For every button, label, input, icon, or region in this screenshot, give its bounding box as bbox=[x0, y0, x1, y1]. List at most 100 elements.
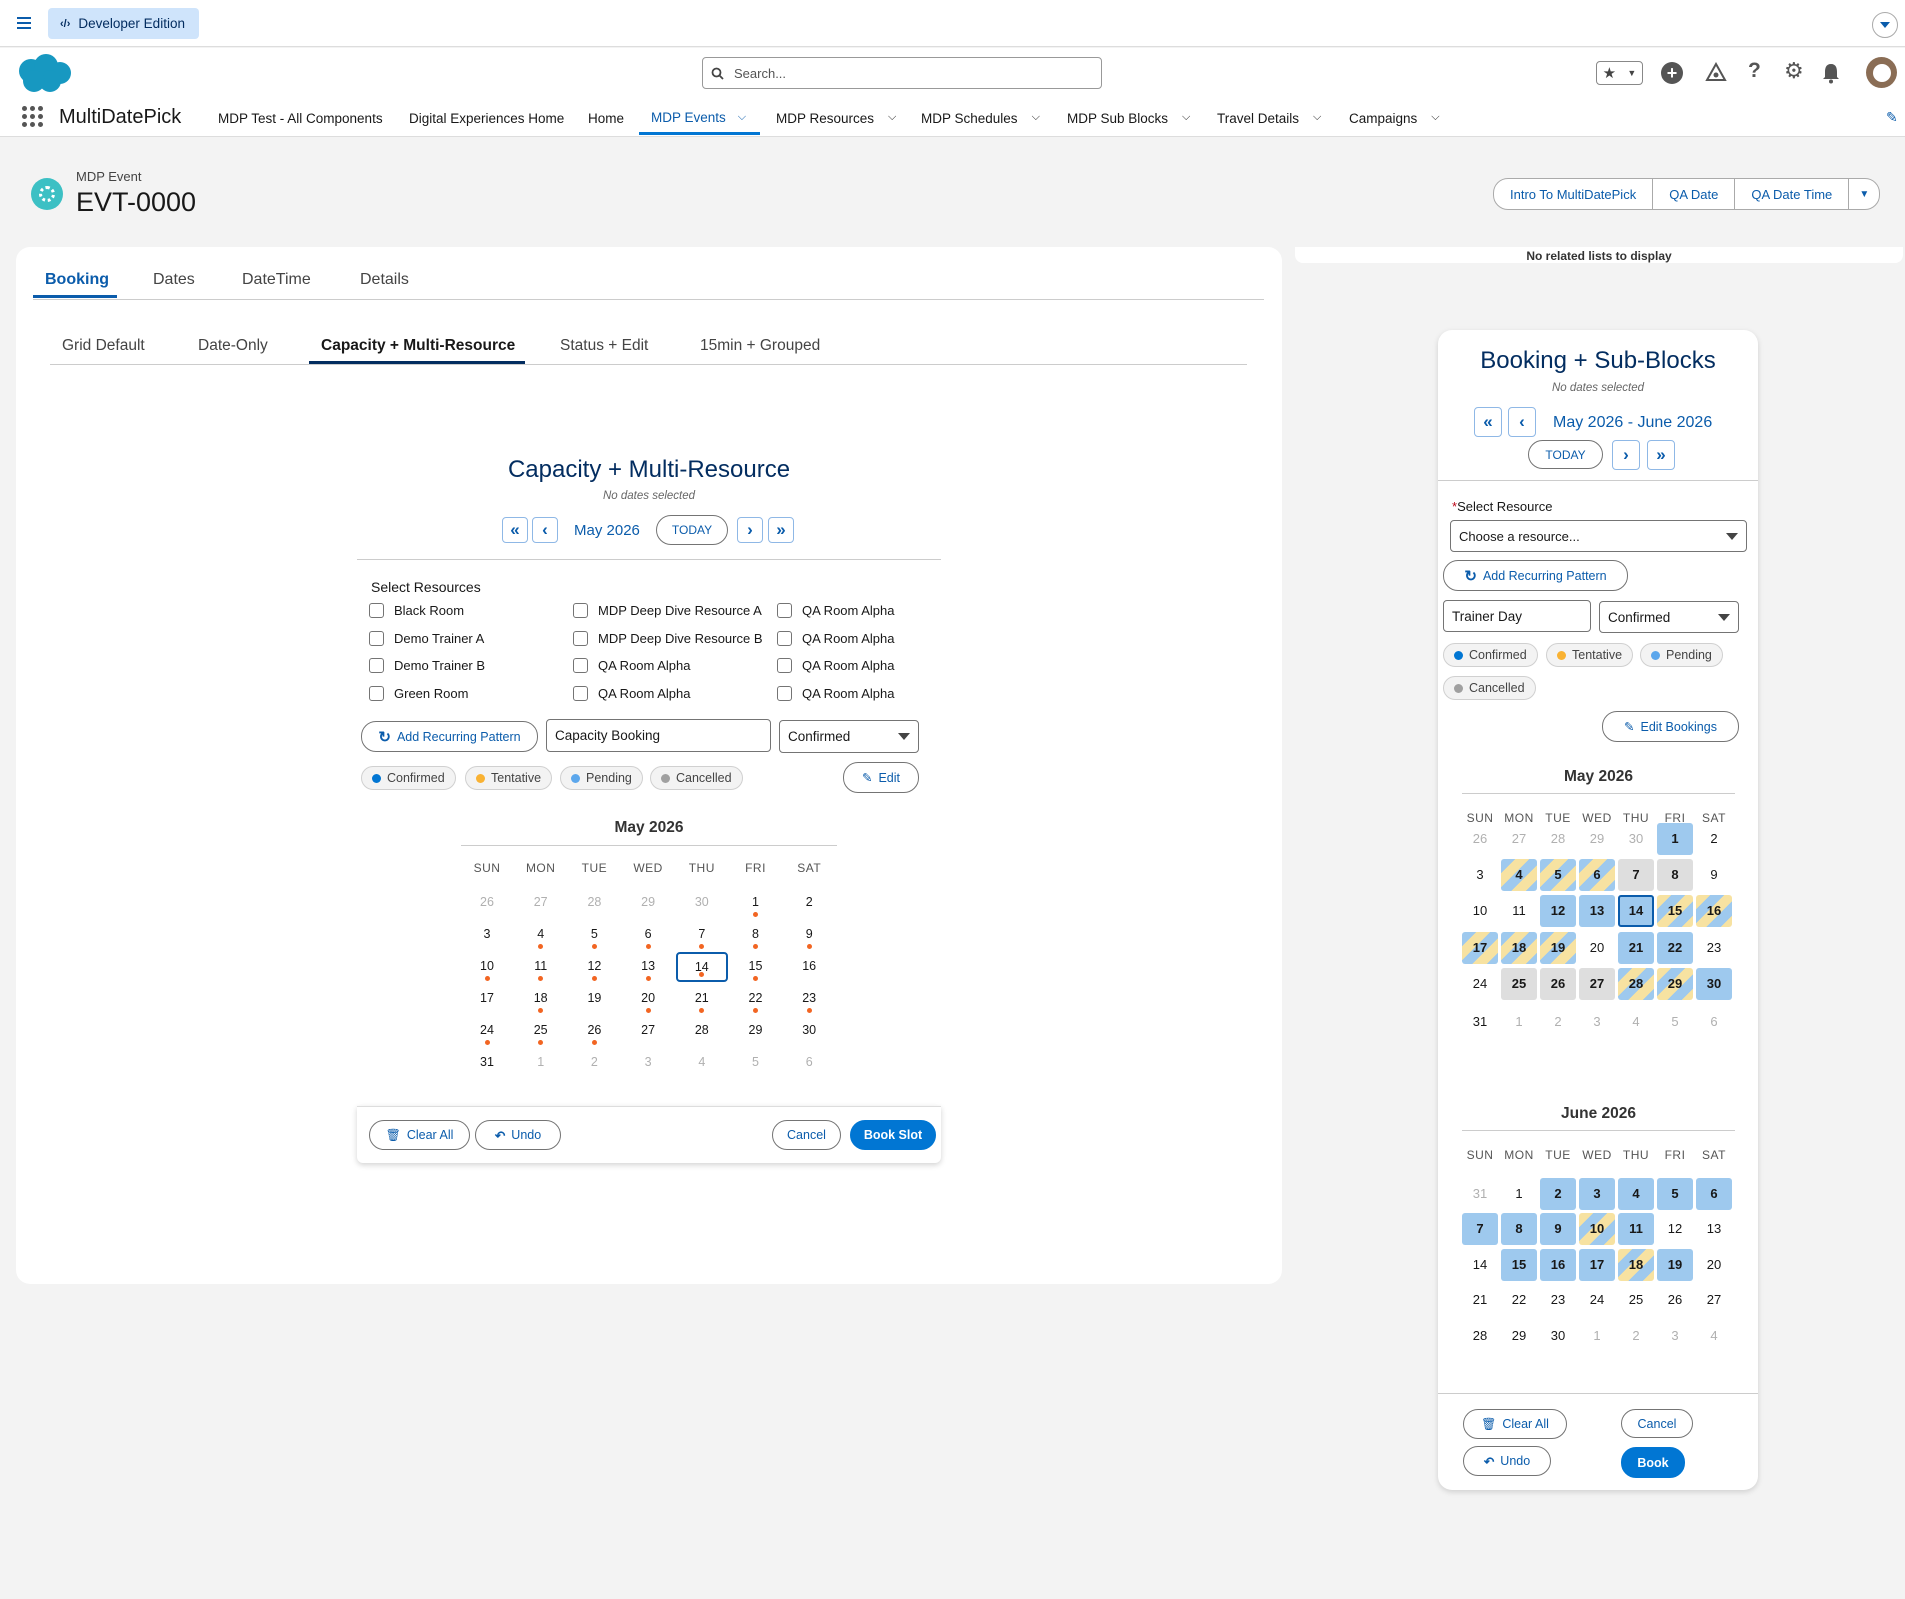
favorites-button[interactable]: ★ ▼ bbox=[1596, 61, 1643, 85]
calendar-day[interactable]: 16 bbox=[787, 956, 831, 982]
resource-checkbox[interactable]: QA Room Alpha bbox=[573, 686, 691, 701]
calendar-day[interactable]: 29 bbox=[1579, 823, 1615, 855]
calendar-day[interactable]: 8 bbox=[1501, 1213, 1537, 1245]
calendar-day[interactable]: 1 bbox=[734, 892, 778, 918]
trailhead-icon[interactable] bbox=[1705, 62, 1727, 84]
calendar-day[interactable]: 21 bbox=[1462, 1284, 1498, 1316]
booking-name-input[interactable]: Trainer Day bbox=[1443, 600, 1591, 632]
add-recurring-button[interactable]: ↻ Add Recurring Pattern bbox=[361, 721, 538, 752]
calendar-day[interactable]: 11 bbox=[519, 956, 563, 982]
clear-all-button[interactable]: 🗑 Clear All bbox=[1463, 1409, 1567, 1439]
calendar-day[interactable]: 3 bbox=[465, 924, 509, 950]
chevron-down-icon[interactable]: ⌵ bbox=[888, 111, 896, 126]
subtab-capacity[interactable]: Capacity + Multi-Resource bbox=[321, 337, 515, 355]
first-button[interactable]: « bbox=[1474, 407, 1502, 437]
resource-checkbox[interactable]: Black Room bbox=[369, 603, 464, 618]
resource-checkbox[interactable]: QA Room Alpha bbox=[573, 658, 691, 673]
calendar-day[interactable]: 26 bbox=[1657, 1284, 1693, 1316]
gear-icon[interactable]: ⚙ bbox=[1784, 58, 1804, 84]
chevron-down-icon[interactable]: ⌵ bbox=[1431, 111, 1439, 126]
calendar-day[interactable]: 17 bbox=[1462, 932, 1498, 964]
calendar-day[interactable]: 20 bbox=[1696, 1249, 1732, 1281]
calendar-day[interactable]: 8 bbox=[734, 924, 778, 950]
calendar-day[interactable]: 30 bbox=[1540, 1320, 1576, 1352]
help-icon[interactable]: ? bbox=[1748, 59, 1761, 83]
checkbox-box[interactable] bbox=[777, 686, 792, 701]
prev-button[interactable]: ‹ bbox=[1508, 407, 1536, 437]
status-select[interactable]: Confirmed bbox=[1599, 601, 1739, 633]
calendar-day[interactable]: 19 bbox=[1657, 1249, 1693, 1281]
calendar-day[interactable]: 25 bbox=[1501, 968, 1537, 1000]
tab-datetime[interactable]: DateTime bbox=[242, 271, 311, 289]
calendar-day[interactable]: 11 bbox=[1501, 895, 1537, 927]
resource-checkbox[interactable]: Demo Trainer A bbox=[369, 631, 484, 646]
checkbox-box[interactable] bbox=[777, 658, 792, 673]
calendar-day[interactable]: 27 bbox=[1501, 823, 1537, 855]
calendar-day[interactable]: 31 bbox=[1462, 1006, 1498, 1038]
clear-all-button[interactable]: 🗑 Clear All bbox=[369, 1120, 470, 1150]
calendar-day[interactable]: 4 bbox=[1618, 1006, 1654, 1038]
calendar-day[interactable]: 7 bbox=[1462, 1213, 1498, 1245]
calendar-day[interactable]: 29 bbox=[1501, 1320, 1537, 1352]
calendar-day[interactable]: 4 bbox=[1696, 1320, 1732, 1352]
add-icon[interactable]: + bbox=[1661, 62, 1683, 84]
calendar-day[interactable]: 28 bbox=[1462, 1320, 1498, 1352]
calendar-day[interactable]: 3 bbox=[626, 1052, 670, 1078]
calendar-day[interactable]: 23 bbox=[787, 988, 831, 1014]
calendar-day[interactable]: 24 bbox=[1579, 1284, 1615, 1316]
subtab-date-only[interactable]: Date-Only bbox=[198, 337, 268, 355]
calendar-day[interactable]: 4 bbox=[1501, 859, 1537, 891]
calendar-day[interactable]: 5 bbox=[1657, 1178, 1693, 1210]
nav-item-test[interactable]: MDP Test - All Components bbox=[218, 111, 383, 126]
avatar[interactable] bbox=[1866, 57, 1897, 88]
calendar-day[interactable]: 17 bbox=[465, 988, 509, 1014]
chevron-down-icon[interactable]: ⌵ bbox=[1182, 111, 1190, 126]
resource-checkbox[interactable]: QA Room Alpha bbox=[777, 603, 895, 618]
calendar-day[interactable]: 15 bbox=[1657, 895, 1693, 927]
calendar-day[interactable]: 22 bbox=[1501, 1284, 1537, 1316]
calendar-day[interactable]: 13 bbox=[1579, 895, 1615, 927]
calendar-day[interactable]: 8 bbox=[1657, 859, 1693, 891]
nav-item-mdp-sub-blocks[interactable]: MDP Sub Blocks ⌵ bbox=[1067, 111, 1190, 126]
calendar-day[interactable]: 27 bbox=[1696, 1284, 1732, 1316]
calendar-day[interactable]: 19 bbox=[1540, 932, 1576, 964]
calendar-day[interactable]: 4 bbox=[680, 1052, 724, 1078]
calendar-day[interactable]: 30 bbox=[680, 892, 724, 918]
calendar-day[interactable]: 6 bbox=[1696, 1178, 1732, 1210]
calendar-day[interactable]: 1 bbox=[1579, 1320, 1615, 1352]
calendar-day[interactable]: 9 bbox=[1696, 859, 1732, 891]
calendar-day[interactable]: 29 bbox=[626, 892, 670, 918]
calendar-day[interactable]: 26 bbox=[1540, 968, 1576, 1000]
resource-checkbox[interactable]: MDP Deep Dive Resource B bbox=[573, 631, 763, 646]
calendar-day[interactable]: 14 bbox=[1462, 1249, 1498, 1281]
book-button[interactable]: Book bbox=[1621, 1447, 1685, 1478]
calendar-day-today[interactable]: 14 bbox=[675, 952, 728, 982]
calendar-day[interactable]: 13 bbox=[626, 956, 670, 982]
calendar-day[interactable]: 2 bbox=[1540, 1178, 1576, 1210]
subtab-15min[interactable]: 15min + Grouped bbox=[700, 337, 820, 355]
more-actions-button[interactable]: ▼ bbox=[1849, 179, 1879, 209]
edit-button[interactable]: ✎ Edit bbox=[843, 762, 919, 793]
nav-item-mdp-resources[interactable]: MDP Resources ⌵ bbox=[776, 111, 896, 126]
menu-icon[interactable] bbox=[17, 17, 31, 29]
calendar-day[interactable]: 16 bbox=[1696, 895, 1732, 927]
calendar-day[interactable]: 24 bbox=[1462, 968, 1498, 1000]
calendar-day[interactable]: 29 bbox=[734, 1020, 778, 1046]
calendar-day[interactable]: 18 bbox=[1501, 932, 1537, 964]
calendar-day[interactable]: 30 bbox=[787, 1020, 831, 1046]
intro-button[interactable]: Intro To MultiDatePick bbox=[1494, 179, 1654, 209]
calendar-day[interactable]: 12 bbox=[1540, 895, 1576, 927]
calendar-day[interactable]: 22 bbox=[1657, 932, 1693, 964]
bell-icon[interactable] bbox=[1821, 62, 1841, 84]
calendar-day[interactable]: 6 bbox=[1579, 859, 1615, 891]
calendar-day[interactable]: 1 bbox=[519, 1052, 563, 1078]
tab-booking[interactable]: Booking bbox=[45, 271, 109, 289]
checkbox-box[interactable] bbox=[573, 686, 588, 701]
book-slot-button[interactable]: Book Slot bbox=[850, 1120, 936, 1150]
resource-checkbox[interactable]: QA Room Alpha bbox=[777, 631, 895, 646]
calendar-day[interactable]: 17 bbox=[1579, 1249, 1615, 1281]
calendar-day[interactable]: 3 bbox=[1579, 1006, 1615, 1038]
calendar-day[interactable]: 28 bbox=[1618, 968, 1654, 1000]
resource-checkbox[interactable]: Green Room bbox=[369, 686, 468, 701]
calendar-day[interactable]: 5 bbox=[734, 1052, 778, 1078]
